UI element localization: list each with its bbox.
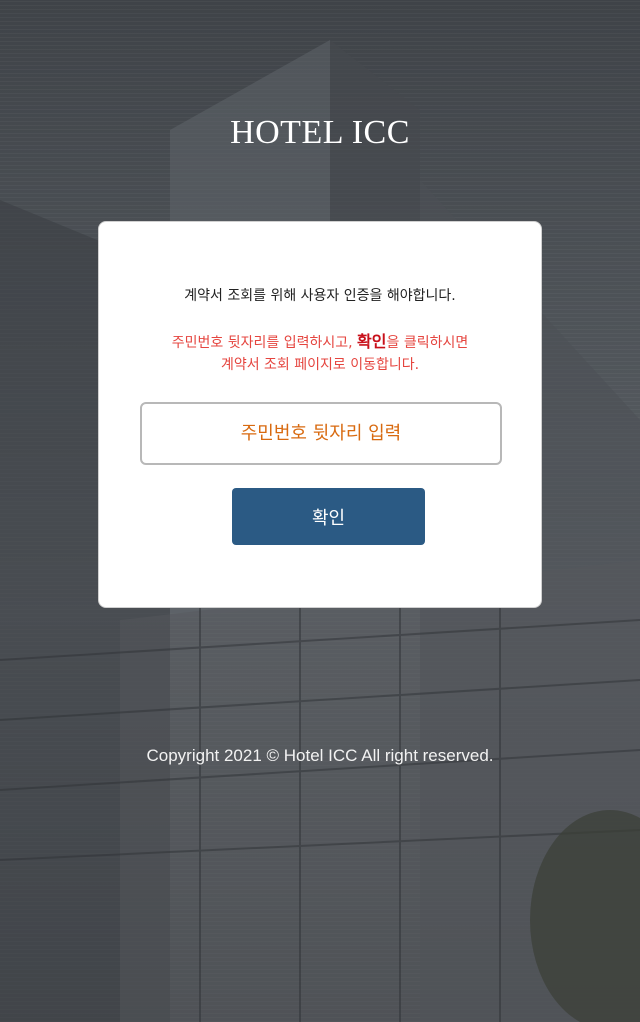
instruction-part-2: 을 클릭하시면 xyxy=(386,335,469,351)
instruction-line-1: 주민번호 뒷자리를 입력하시고, 확인을 클릭하시면 xyxy=(99,331,541,354)
instruction-emphasis: 확인 xyxy=(357,332,387,351)
verification-card: 계약서 조회를 위해 사용자 인증을 해야합니다. 주민번호 뒷자리를 입력하시… xyxy=(98,221,542,608)
hotel-logo-title: HOTEL ICC xyxy=(230,114,410,151)
copyright-text: Copyright 2021 © Hotel ICC All right res… xyxy=(146,746,494,765)
intro-text: 계약서 조회를 위해 사용자 인증을 해야합니다. xyxy=(184,288,456,304)
confirm-button[interactable]: 확인 xyxy=(232,488,425,545)
instruction-text: 주민번호 뒷자리를 입력하시고, 확인을 클릭하시면 계약서 조회 페이지로 이… xyxy=(99,331,541,376)
instruction-part-1: 주민번호 뒷자리를 입력하시고, xyxy=(171,335,358,351)
resident-number-input[interactable] xyxy=(140,402,502,465)
instruction-line-2: 계약서 조회 페이지로 이동합니다. xyxy=(220,357,420,373)
